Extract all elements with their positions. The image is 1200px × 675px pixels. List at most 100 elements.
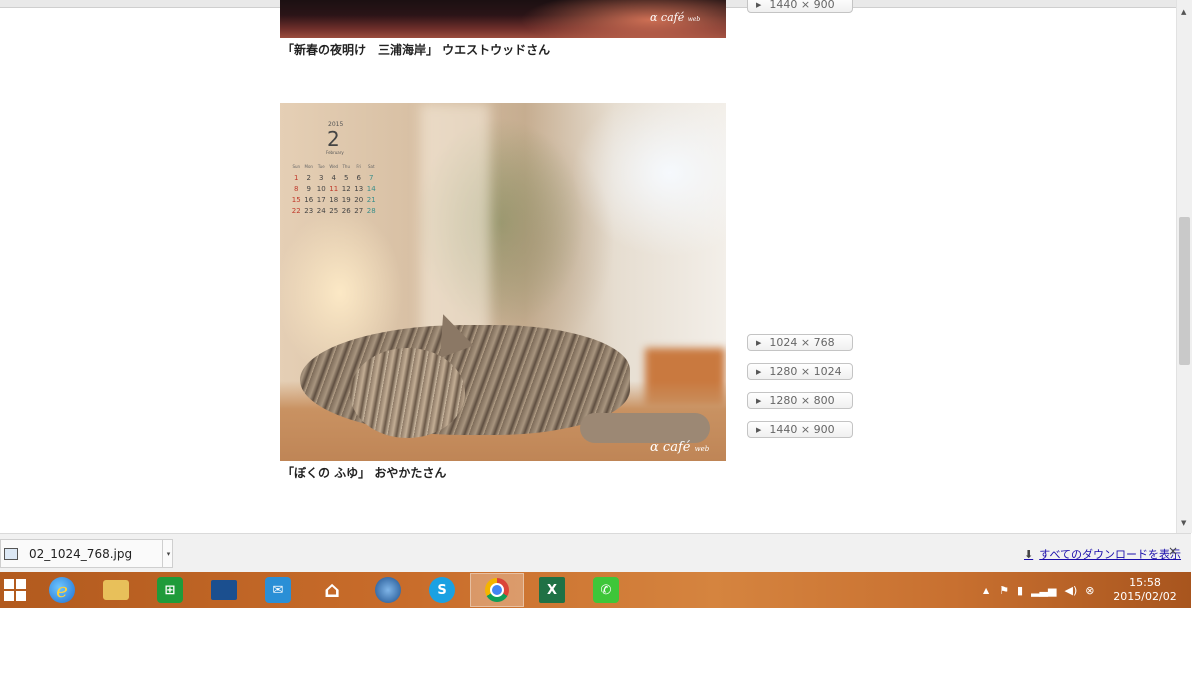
download-arrow-icon: ⬇ — [1024, 547, 1034, 561]
taskbar-skype[interactable]: S — [416, 574, 468, 606]
windows-taskbar: e ⊞ ✉ ⌂ S X ✆ ▲ ⚑ ▮ ▂▃▅ ◀) ⊗ 15:58 2015/… — [0, 572, 1191, 608]
skype-icon: S — [429, 577, 455, 603]
taskbar-chrome[interactable] — [470, 573, 524, 607]
resolution-button-1280x800[interactable]: ▶ 1280 × 800 — [747, 392, 853, 409]
calendar-weekday: Wed — [329, 164, 339, 169]
windows-logo-icon — [4, 579, 26, 601]
wallpaper-caption: 「新春の夜明け 三浦海岸」 ウエストウッドさん — [282, 43, 551, 57]
calendar-day: 3 — [319, 174, 324, 182]
thunderbird-icon — [375, 577, 401, 603]
system-tray: ▲ ⚑ ▮ ▂▃▅ ◀) ⊗ — [983, 572, 1102, 608]
store-icon: ⊞ — [157, 577, 183, 603]
vertical-scrollbar[interactable]: ▲ ▼ — [1176, 0, 1192, 533]
download-item[interactable]: 02_1024_768.jpg ▾ — [0, 539, 173, 568]
play-triangle-icon: ▶ — [756, 425, 762, 434]
taskbar-excel[interactable]: X — [526, 574, 578, 606]
taskbar-ie[interactable]: e — [36, 574, 88, 606]
calendar-weekday: Mon — [304, 164, 313, 169]
close-circle-icon[interactable]: ⊗ — [1085, 584, 1094, 597]
calendar-day: 6 — [356, 174, 361, 182]
scroll-up-arrow-icon[interactable]: ▲ — [1181, 8, 1186, 16]
calendar-day: 25 — [329, 207, 339, 215]
wallpaper-image-cat[interactable]: 2015 2 February Sun Mon Tue Wed Thu Fri … — [280, 103, 726, 461]
taskbar-lenovo[interactable] — [198, 574, 250, 606]
wallpaper-image-sunrise[interactable]: α café web — [280, 0, 726, 38]
calendar-day: 2 — [306, 174, 311, 182]
signal-icon[interactable]: ▂▃▅ — [1031, 584, 1056, 597]
taskbar-mail[interactable]: ✉ — [252, 574, 304, 606]
folder-icon — [103, 580, 129, 600]
volume-icon[interactable]: ◀) — [1064, 584, 1077, 597]
resolution-button-1024x768[interactable]: ▶ 1024 × 768 — [747, 334, 853, 351]
calendar-weekday: Sat — [367, 164, 375, 169]
calendar-month-name: February — [326, 150, 344, 155]
calendar-day: 8 — [294, 185, 299, 193]
calendar-weekday: Fri — [356, 164, 362, 169]
close-download-bar-button[interactable]: × — [1168, 544, 1178, 558]
calendar-day: 4 — [331, 174, 336, 182]
taskbar-home[interactable]: ⌂ — [306, 574, 358, 606]
calendar-grid: Sun Mon Tue Wed Thu Fri Sat 1 2 3 4 5 6 … — [290, 163, 378, 215]
calendar-day: 12 — [341, 185, 351, 193]
calendar-day: 18 — [329, 196, 339, 204]
calendar-day: 7 — [369, 174, 374, 182]
battery-icon[interactable]: ▮ — [1017, 584, 1023, 597]
home-icon: ⌂ — [324, 577, 340, 603]
taskbar-store[interactable]: ⊞ — [144, 574, 196, 606]
download-bar: 02_1024_768.jpg ▾ ⬇ すべてのダウンロードを表示 × — [0, 533, 1191, 572]
resolution-button-1440x900[interactable]: ▶ 1440 × 900 — [747, 421, 853, 438]
calendar-day: 20 — [354, 196, 364, 204]
browser-content: α café web 「新春の夜明け 三浦海岸」 ウエストウッドさん ▶ 144… — [0, 0, 1176, 533]
chrome-icon — [485, 578, 509, 602]
scroll-down-arrow-icon[interactable]: ▼ — [1181, 519, 1186, 527]
calendar-day: 16 — [304, 196, 314, 204]
taskbar-thunderbird[interactable] — [362, 574, 414, 606]
calendar-day: 13 — [354, 185, 364, 193]
calendar-day: 14 — [366, 185, 376, 193]
flag-icon[interactable]: ⚑ — [999, 584, 1009, 597]
ie-icon: e — [49, 577, 75, 603]
taskbar-file-explorer[interactable] — [90, 574, 142, 606]
calendar-day: 21 — [366, 196, 376, 204]
chevron-down-icon[interactable]: ▾ — [162, 540, 174, 567]
excel-icon: X — [539, 577, 565, 603]
calendar-day: 1 — [294, 174, 299, 182]
alpha-cafe-logo: α café web — [650, 440, 710, 455]
calendar-day: 17 — [316, 196, 326, 204]
wallpaper-caption: 「ぼくの ふゆ」 おやかたさん — [282, 466, 447, 480]
calendar-day: 27 — [354, 207, 364, 215]
resolution-button-1280x1024[interactable]: ▶ 1280 × 1024 — [747, 363, 853, 380]
image-file-icon — [4, 547, 18, 560]
calendar-month: 2 — [327, 127, 340, 151]
scrollbar-thumb[interactable] — [1179, 217, 1190, 365]
download-file-name: 02_1024_768.jpg — [29, 546, 133, 561]
alpha-cafe-logo: α café web — [650, 11, 701, 24]
calendar-day: 22 — [291, 207, 301, 215]
calendar-day: 28 — [366, 207, 376, 215]
play-triangle-icon: ▶ — [756, 0, 762, 9]
calendar-weekday: Thu — [342, 164, 350, 169]
clock-time: 15:58 — [1129, 576, 1161, 589]
calendar-day: 11 — [329, 185, 339, 193]
show-all-downloads-link[interactable]: ⬇ すべてのダウンロードを表示 — [1024, 546, 1181, 562]
taskbar-line[interactable]: ✆ — [580, 574, 632, 606]
calendar-day: 10 — [316, 185, 326, 193]
calendar-day: 23 — [304, 207, 314, 215]
line-icon: ✆ — [593, 577, 619, 603]
calendar-day: 24 — [316, 207, 326, 215]
calendar-day: 19 — [341, 196, 351, 204]
calendar-day: 15 — [291, 196, 301, 204]
cat-paw — [580, 413, 710, 443]
tray-expand-icon[interactable]: ▲ — [983, 586, 989, 595]
calendar-day: 9 — [306, 185, 311, 193]
calendar-day: 5 — [344, 174, 349, 182]
start-button[interactable] — [0, 574, 30, 606]
cat-head — [350, 348, 465, 438]
calendar-day: 26 — [341, 207, 351, 215]
mail-icon: ✉ — [265, 577, 291, 603]
play-triangle-icon: ▶ — [756, 338, 762, 347]
play-triangle-icon: ▶ — [756, 367, 762, 376]
calendar-weekday: Sun — [292, 164, 301, 169]
taskbar-clock[interactable]: 15:58 2015/02/02 — [1112, 576, 1178, 604]
resolution-button-1440x900[interactable]: ▶ 1440 × 900 — [747, 0, 853, 13]
